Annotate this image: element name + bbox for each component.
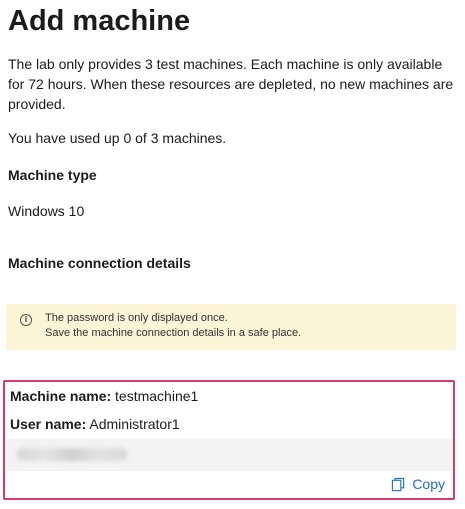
connection-details-label: Machine connection details	[8, 255, 191, 271]
machine-name-label: Machine name:	[10, 388, 112, 404]
user-name-row: User name: Administrator1	[10, 414, 180, 434]
machine-type-label: Machine type	[8, 167, 97, 183]
password-redacted	[17, 448, 127, 461]
warning-line-1: The password is only displayed once.	[45, 312, 228, 324]
info-icon: i	[20, 314, 32, 326]
warning-line-2: Save the machine connection details in a…	[45, 327, 302, 339]
password-warning-banner: i The password is only displayed once. S…	[6, 304, 456, 350]
copy-label: Copy	[412, 476, 445, 492]
usage-text: You have used up 0 of 3 machines.	[8, 130, 227, 146]
add-machine-page: Add machine The lab only provides 3 test…	[0, 0, 465, 509]
machine-name-value: testmachine1	[115, 388, 199, 404]
warning-text: The password is only displayed once. Sav…	[45, 311, 301, 341]
machine-type-value: Windows 10	[8, 203, 85, 219]
machine-name-row: Machine name: testmachine1	[10, 386, 198, 406]
intro-text: The lab only provides 3 test machines. E…	[8, 56, 454, 112]
copy-icon	[392, 477, 405, 491]
page-title: Add machine	[8, 5, 191, 37]
user-name-label: User name:	[10, 416, 87, 432]
password-field[interactable]	[7, 439, 453, 471]
copy-button[interactable]: Copy	[391, 475, 445, 493]
connection-details-box: Machine name: testmachine1 User name: Ad…	[3, 380, 455, 500]
user-name-value: Administrator1	[89, 416, 180, 432]
